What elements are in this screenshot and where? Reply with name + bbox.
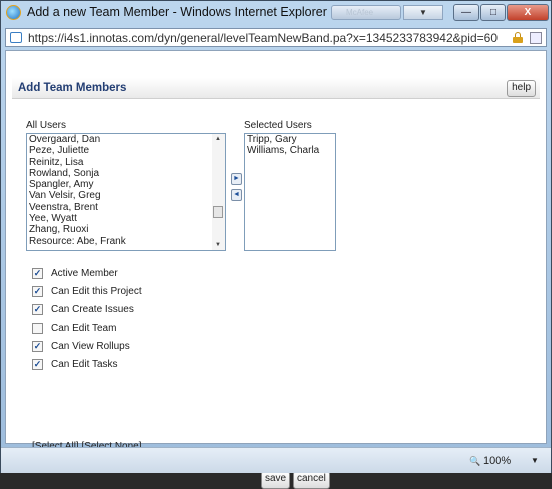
option-checkbox[interactable]: ✓ (32, 340, 43, 352)
all-users-item[interactable]: Van Velsir, Greg (27, 190, 225, 201)
all-users-label: All Users (26, 120, 67, 131)
all-users-listbox[interactable]: Overgaard, Dan Peze, Juliette Reinitz, Lis… (26, 133, 226, 251)
help-button[interactable]: help (507, 80, 536, 97)
page-content: Add Team Members help All Users Overgaar… (5, 50, 547, 489)
option-checkbox[interactable]: ✓ (32, 286, 43, 298)
scroll-up-icon[interactable]: ▲ (215, 136, 221, 142)
all-users-item[interactable]: Peze, Juliette (27, 145, 225, 156)
selected-users-listbox[interactable]: Tripp, Gary Williams, Charla (244, 133, 336, 251)
zoom-icon[interactable]: 🔍 (469, 456, 480, 467)
all-users-item[interactable]: Yee, Wyatt (27, 213, 225, 224)
status-bar: 🔍 100% ▼ (1, 447, 551, 473)
window-title: Add a new Team Member - Windows Internet… (27, 5, 327, 19)
option-checkbox[interactable]: ✓ (32, 304, 43, 316)
page-icon (10, 32, 22, 43)
maximize-button[interactable]: □ (480, 4, 506, 21)
zoom-level[interactable]: 100% (483, 455, 511, 467)
option-label: Active Member (51, 268, 118, 279)
remove-user-button[interactable]: ◄ (231, 189, 242, 201)
all-users-item[interactable]: Zhang, Ruoxi (27, 224, 225, 235)
all-users-item[interactable]: Reinitz, Lisa (27, 157, 225, 168)
compatibility-view-icon[interactable] (530, 32, 542, 44)
title-bar: Add a new Team Member - Windows Internet… (1, 1, 551, 25)
all-users-item[interactable]: Spangler, Amy (27, 179, 225, 190)
close-button[interactable]: X (507, 4, 549, 21)
chevron-down-icon: ▼ (419, 8, 427, 17)
add-user-button[interactable]: ► (231, 173, 242, 185)
option-checkbox[interactable]: ✓ (32, 268, 43, 279)
all-users-item[interactable]: Resource: Abe, Frank (27, 236, 225, 247)
scroll-thumb[interactable] (213, 206, 223, 218)
minimize-button[interactable]: — (453, 4, 479, 21)
internet-explorer-icon (6, 5, 21, 20)
all-users-scrollbar[interactable]: ▲ ▼ (212, 134, 225, 250)
option-checkbox[interactable] (32, 322, 43, 334)
browser-window: Add a new Team Member - Windows Internet… (0, 0, 552, 489)
scroll-down-icon[interactable]: ▼ (215, 242, 221, 248)
all-users-item[interactable]: Overgaard, Dan (27, 134, 225, 145)
option-label: Can Edit this Project (51, 286, 142, 298)
option-label: Can Create Issues (51, 304, 134, 316)
option-label: Can View Rollups (51, 340, 130, 352)
option-checkbox[interactable]: ✓ (32, 359, 43, 370)
cancel-button[interactable]: cancel (293, 471, 330, 489)
selected-users-label: Selected Users (244, 120, 312, 131)
dialog-header: Add Team Members help (12, 78, 540, 99)
save-button[interactable]: save (261, 471, 291, 489)
page-title: Add Team Members (18, 82, 127, 94)
selected-users-item[interactable]: Williams, Charla (245, 145, 335, 156)
all-users-item[interactable]: Veenstra, Brent (27, 202, 225, 213)
url-text[interactable]: https://i4s1.innotas.com/dyn/general/lev… (28, 31, 498, 45)
zoom-dropdown-icon[interactable]: ▼ (531, 456, 539, 465)
mcafee-toolbar[interactable]: McAfee (331, 5, 401, 20)
option-label: Can Edit Tasks (51, 359, 118, 370)
option-label: Can Edit Team (51, 322, 117, 334)
address-bar[interactable]: https://i4s1.innotas.com/dyn/general/lev… (5, 28, 547, 47)
lock-icon[interactable] (513, 32, 523, 43)
mcafee-dropdown[interactable]: ▼ (403, 5, 443, 20)
all-users-item[interactable]: Rowland, Sonja (27, 168, 225, 179)
selected-users-item[interactable]: Tripp, Gary (245, 134, 335, 145)
